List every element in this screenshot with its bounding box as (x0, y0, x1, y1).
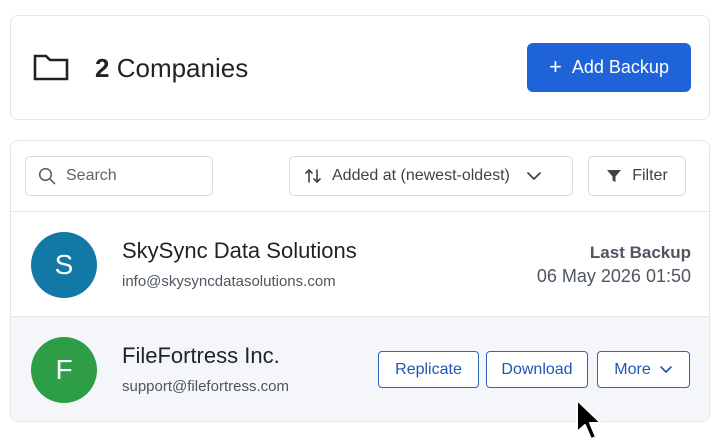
replicate-button[interactable]: Replicate (378, 351, 479, 388)
add-backup-button[interactable]: + Add Backup (527, 43, 691, 92)
more-button[interactable]: More (597, 351, 690, 388)
sort-dropdown[interactable]: Added at (newest-oldest) (289, 156, 573, 196)
sort-label: Added at (newest-oldest) (332, 167, 510, 184)
chevron-down-icon (527, 172, 541, 180)
company-name: SkySync Data Solutions (122, 238, 357, 263)
page-title-text: Companies (116, 53, 249, 83)
list-toolbar: Added at (newest-oldest) Filter (11, 141, 709, 212)
filter-icon (607, 170, 622, 182)
plus-icon: + (549, 53, 562, 79)
avatar: F (31, 337, 97, 403)
company-count: 2 (95, 53, 110, 83)
header-card: 2 Companies + Add Backup (10, 15, 710, 120)
search-box[interactable] (25, 156, 213, 196)
mouse-cursor-icon (576, 399, 602, 440)
search-icon (38, 167, 56, 185)
company-list-card: Added at (newest-oldest) Filter S SkySyn… (10, 140, 710, 422)
company-email: support@filefortress.com (122, 378, 289, 395)
page-title: 2 Companies (95, 53, 248, 84)
last-backup-date: 06 May 2026 01:50 (536, 266, 691, 286)
sort-icon (305, 169, 321, 183)
chevron-down-icon (659, 366, 672, 373)
more-label: More (614, 360, 651, 378)
folder-icon (33, 54, 69, 81)
last-backup-label: Last Backup (589, 243, 691, 262)
download-button[interactable]: Download (486, 351, 588, 388)
avatar: S (31, 232, 97, 298)
company-email: info@skysyncdatasolutions.com (122, 273, 336, 290)
company-name: FileFortress Inc. (122, 343, 280, 368)
search-input[interactable] (66, 167, 196, 185)
last-backup: Last Backup 06 May 2026 01:50 (537, 243, 691, 287)
filter-label: Filter (632, 167, 668, 184)
company-row[interactable]: S SkySync Data Solutions info@skysyncdat… (11, 212, 709, 317)
add-backup-label: Add Backup (571, 57, 669, 77)
filter-button[interactable]: Filter (588, 156, 686, 196)
